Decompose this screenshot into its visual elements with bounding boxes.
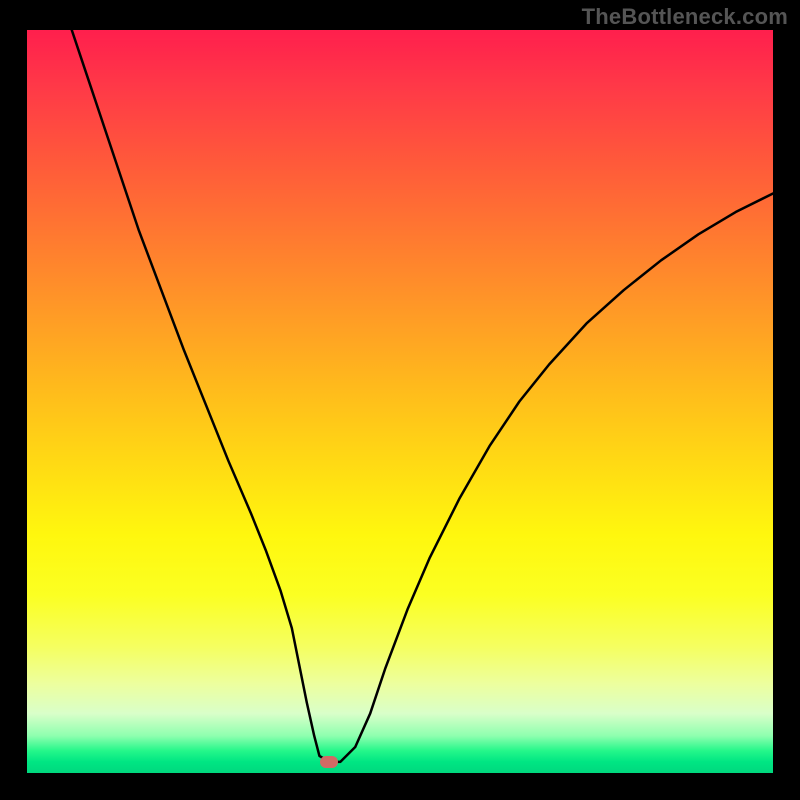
chart-frame: TheBottleneck.com <box>0 0 800 800</box>
marker-dot <box>320 756 338 768</box>
plot-area <box>27 30 773 773</box>
watermark-label: TheBottleneck.com <box>582 4 788 30</box>
curve-path <box>72 30 773 762</box>
line-curve <box>27 30 773 773</box>
